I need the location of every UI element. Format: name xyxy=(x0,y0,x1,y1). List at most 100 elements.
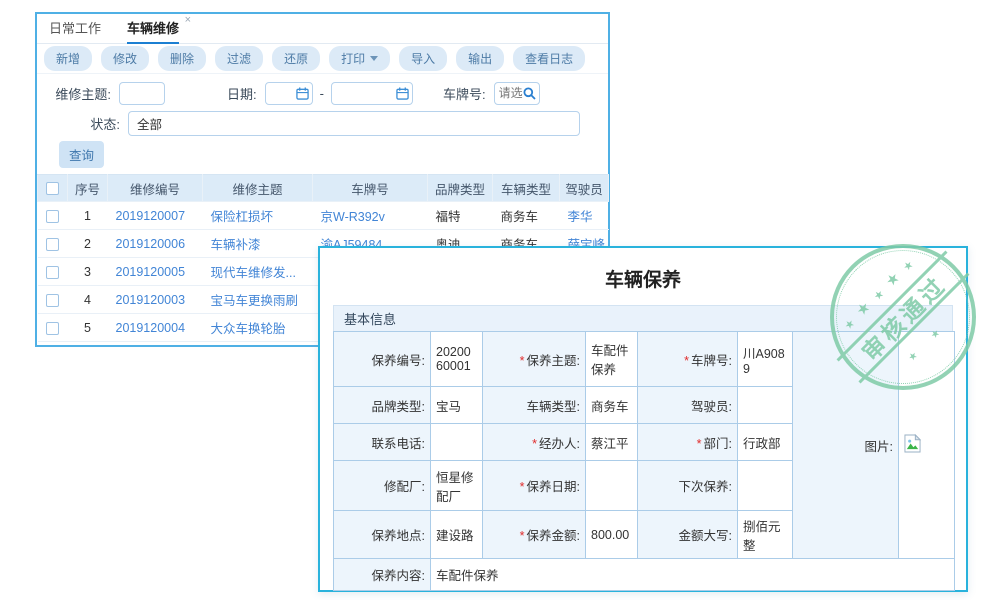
field-value-maintenance-amount: 800.00 xyxy=(586,511,638,559)
field-label-amount-in-words: 金额大写: xyxy=(638,511,738,559)
required-mark: * xyxy=(520,354,525,368)
repair-no-link[interactable]: 2019120005 xyxy=(116,265,186,279)
field-label-maintenance-place: 保养地点: xyxy=(334,511,431,559)
field-label-maintenance-date: *保养日期: xyxy=(483,461,586,511)
print-dropdown-button[interactable]: 打印 xyxy=(329,46,390,71)
delete-button[interactable]: 删除 xyxy=(158,46,206,71)
required-mark: * xyxy=(520,480,525,494)
subject-filter-label: 维修主题: xyxy=(49,84,111,103)
table-row: 1 2019120007 保险杠损坏 京W-R392v 福特 商务车 李华 xyxy=(38,202,609,230)
field-label-plate-no: *车牌号: xyxy=(638,332,738,387)
photo-cell[interactable] xyxy=(899,332,955,559)
restore-button[interactable]: 还原 xyxy=(272,46,320,71)
required-mark: * xyxy=(532,437,537,451)
repair-no-link[interactable]: 2019120003 xyxy=(116,293,186,307)
maintenance-form-table: 保养编号: 2020060001 *保养主题: 车配件保养 *车牌号: 川A90… xyxy=(333,331,955,591)
row-checkbox[interactable] xyxy=(46,322,59,335)
subject-link[interactable]: 宝马车更换雨刷 xyxy=(211,294,299,308)
required-mark: * xyxy=(520,529,525,543)
required-mark: * xyxy=(697,437,702,451)
subject-link[interactable]: 车辆补漆 xyxy=(211,238,261,252)
field-value-contact-phone xyxy=(431,424,483,461)
image-file-icon[interactable] xyxy=(904,434,921,453)
field-value-handler: 蔡江平 xyxy=(586,424,638,461)
col-subject: 维修主题 xyxy=(203,175,313,202)
close-icon[interactable]: × xyxy=(185,15,191,25)
calendar-icon[interactable] xyxy=(396,87,409,100)
row-checkbox[interactable] xyxy=(46,238,59,251)
date-from-input[interactable] xyxy=(265,82,313,105)
tab-daily-work[interactable]: 日常工作 xyxy=(49,14,101,44)
import-button[interactable]: 导入 xyxy=(399,46,447,71)
field-label-vehicle-type: 车辆类型: xyxy=(483,387,586,424)
field-value-brand-type: 宝马 xyxy=(431,387,483,424)
required-mark: * xyxy=(684,354,689,368)
filter-panel: 维修主题: 日期: - xyxy=(37,74,608,170)
field-label-next-maintenance: 下次保养: xyxy=(638,461,738,511)
repair-no-link[interactable]: 2019120004 xyxy=(116,321,186,335)
field-value-repair-shop: 恒星修配厂 xyxy=(431,461,483,511)
field-label-contact-phone: 联系电话: xyxy=(334,424,431,461)
plate-link[interactable]: 京W-R392v xyxy=(321,210,385,224)
table-header-row: 序号 维修编号 维修主题 车牌号 品牌类型 车辆类型 驾驶员 xyxy=(38,175,609,202)
col-brand: 品牌类型 xyxy=(428,175,493,202)
field-label-brand-type: 品牌类型: xyxy=(334,387,431,424)
field-value-department: 行政部 xyxy=(738,424,793,461)
date-filter-label: 日期: xyxy=(227,84,257,103)
export-button[interactable]: 输出 xyxy=(456,46,504,71)
field-label-maintenance-no: 保养编号: xyxy=(334,332,431,387)
field-label-repair-shop: 修配厂: xyxy=(334,461,431,511)
filter-button[interactable]: 过滤 xyxy=(215,46,263,71)
field-value-maintenance-no: 2020060001 xyxy=(431,332,483,387)
field-value-maintenance-place: 建设路 xyxy=(431,511,483,559)
query-button[interactable]: 查询 xyxy=(59,141,104,168)
field-label-photo: 图片: xyxy=(793,332,899,559)
tab-bar: 日常工作 车辆维修 × xyxy=(37,14,608,44)
repair-no-link[interactable]: 2019120006 xyxy=(116,237,186,251)
field-value-next-maintenance xyxy=(738,461,793,511)
tab-vehicle-repair[interactable]: 车辆维修 × xyxy=(127,14,179,44)
plate-filter-label: 车牌号: xyxy=(443,84,486,103)
col-seq: 序号 xyxy=(68,175,108,202)
field-label-maintenance-amount: *保养金额: xyxy=(483,511,586,559)
toolbar: 新增 修改 删除 过滤 还原 打印 导入 输出 查看日志 xyxy=(37,44,608,74)
repair-no-link[interactable]: 2019120007 xyxy=(116,209,186,223)
view-log-button[interactable]: 查看日志 xyxy=(513,46,585,71)
field-label-handler: *经办人: xyxy=(483,424,586,461)
row-checkbox[interactable] xyxy=(46,266,59,279)
add-button[interactable]: 新增 xyxy=(44,46,92,71)
field-value-plate-no: 川A9089 xyxy=(738,332,793,387)
field-value-maintenance-subject: 车配件保养 xyxy=(586,332,638,387)
edit-button[interactable]: 修改 xyxy=(101,46,149,71)
row-checkbox[interactable] xyxy=(46,294,59,307)
col-vtype: 车辆类型 xyxy=(493,175,560,202)
date-to-input[interactable] xyxy=(331,82,413,105)
status-filter-label: 状态: xyxy=(37,114,120,133)
calendar-icon[interactable] xyxy=(296,87,309,100)
subject-filter-input[interactable] xyxy=(119,82,165,105)
col-driver: 驾驶员 xyxy=(560,175,609,202)
select-all-checkbox[interactable] xyxy=(46,182,59,195)
field-label-maintenance-content: 保养内容: xyxy=(334,559,431,591)
row-checkbox[interactable] xyxy=(46,210,59,223)
field-value-maintenance-date xyxy=(586,461,638,511)
subject-link[interactable]: 保险杠损坏 xyxy=(211,210,274,224)
magnifier-icon[interactable] xyxy=(523,87,536,100)
dropdown-arrow-icon xyxy=(370,56,378,61)
col-repair-no: 维修编号 xyxy=(108,175,203,202)
field-value-maintenance-content: 车配件保养 xyxy=(431,559,955,591)
field-value-vehicle-type: 商务车 xyxy=(586,387,638,424)
status-select[interactable]: 全部 xyxy=(128,111,580,136)
date-range-separator: - xyxy=(320,86,324,101)
field-value-amount-in-words: 捌佰元整 xyxy=(738,511,793,559)
subject-link[interactable]: 大众车换轮胎 xyxy=(211,322,286,336)
driver-link[interactable]: 李华 xyxy=(568,210,593,224)
col-plate: 车牌号 xyxy=(313,175,428,202)
field-label-maintenance-subject: *保养主题: xyxy=(483,332,586,387)
plate-filter-input[interactable] xyxy=(494,82,540,105)
field-label-driver: 驾驶员: xyxy=(638,387,738,424)
field-label-department: *部门: xyxy=(638,424,738,461)
screen: 日常工作 车辆维修 × 新增 修改 删除 过滤 还原 打印 导入 输出 查看日志… xyxy=(0,0,1000,600)
vehicle-maintenance-form-window: 车辆保养 基本信息 保养编号: 2020060001 *保养主题: 车配件保养 … xyxy=(318,246,968,592)
subject-link[interactable]: 现代车维修发... xyxy=(211,266,296,280)
